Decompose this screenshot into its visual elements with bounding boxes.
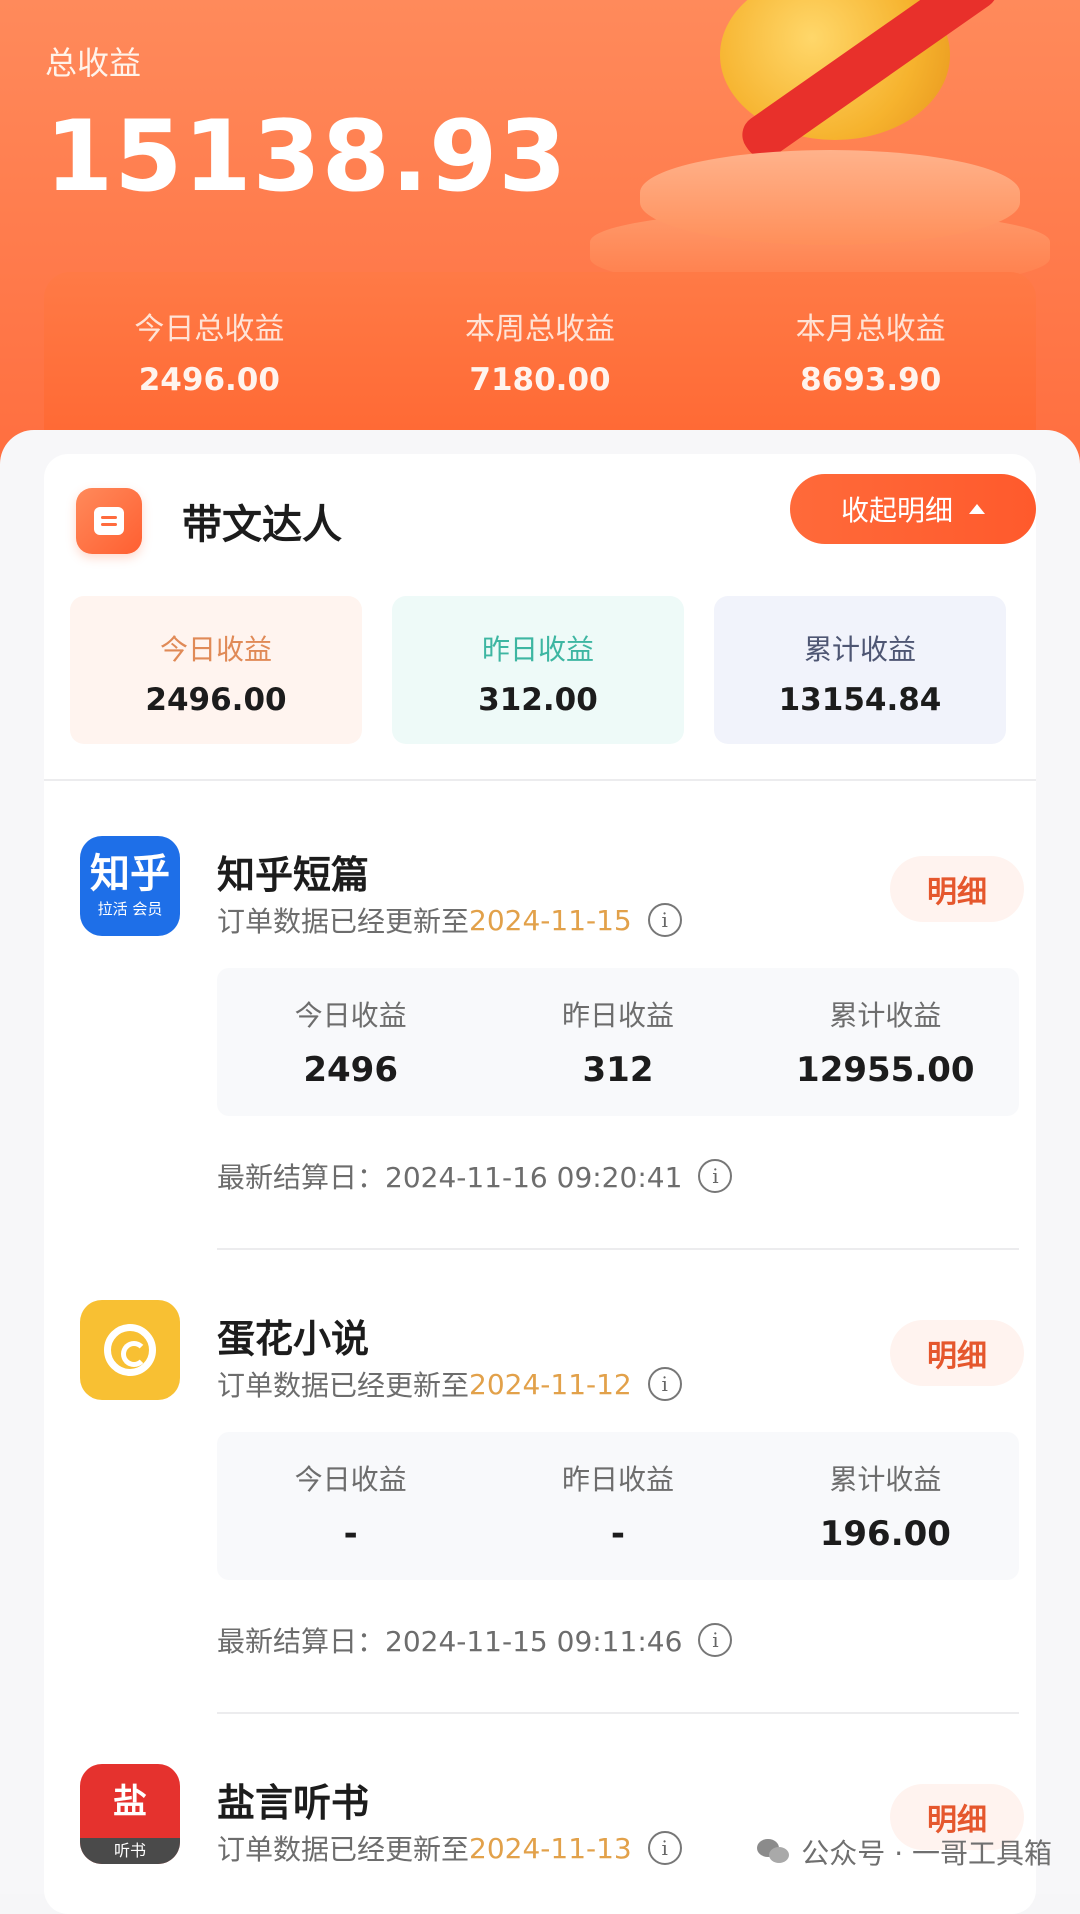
update-date: 2024-11-12 (469, 1367, 632, 1401)
info-icon[interactable]: i (647, 1831, 682, 1865)
pedestal-top-illustration (640, 150, 1020, 245)
info-icon[interactable]: i (698, 1159, 733, 1193)
total-earnings-label: 总收益 (45, 44, 142, 82)
stat-value: - (610, 1514, 626, 1554)
stat-value: 2496 (303, 1050, 398, 1090)
stat-value: 312 (582, 1050, 654, 1090)
summary-value: 7180.00 (469, 362, 611, 398)
platform-name: 知乎短篇 (217, 853, 370, 897)
stat-today: 今日收益 2496.00 (70, 596, 362, 744)
watermark: 公众号 · 一哥工具箱 (757, 1832, 1052, 1872)
caret-up-icon (969, 504, 985, 514)
stat-label: 累计收益 (829, 1463, 942, 1496)
section-panel: 带文达人 收起明细 今日收益 2496.00 昨日收益 312.00 累计收益 … (44, 454, 1036, 1914)
update-date: 2024-11-13 (469, 1831, 632, 1865)
stat-label: 昨日收益 (561, 999, 674, 1032)
divider (44, 779, 1036, 781)
zhihu-logo-icon: 知乎 拉活 会员 (80, 836, 180, 936)
divider (217, 1712, 1019, 1714)
section-header: 带文达人 (76, 488, 342, 554)
stat-label: 今日收益 (294, 1463, 407, 1496)
stat-label: 今日收益 (159, 633, 272, 666)
summary-label: 本月总收益 (795, 312, 946, 347)
stat-value: 12955.00 (796, 1050, 975, 1090)
content-card: 带文达人 收起明细 今日收益 2496.00 昨日收益 312.00 累计收益 … (0, 430, 1080, 1914)
document-icon (76, 488, 142, 554)
summary-label: 今日总收益 (134, 312, 285, 347)
platform-name: 蛋花小说 (217, 1317, 370, 1361)
update-date: 2024-11-15 (469, 903, 632, 937)
settlement-date: 最新结算日：2024-11-16 09:20:41 i (217, 1156, 733, 1196)
stat-label: 昨日收益 (561, 1463, 674, 1496)
summary-label: 本周总收益 (465, 312, 615, 347)
earnings-header: 总收益 15138.93 今日总收益 2496.00 本周总收益 7180.00… (0, 0, 1080, 470)
stat-yesterday: 昨日收益 312.00 (392, 596, 684, 744)
stat-label: 今日收益 (294, 999, 407, 1032)
summary-today: 今日总收益 2496.00 (44, 272, 375, 430)
stat-value: 13154.84 (778, 682, 942, 718)
detail-button[interactable]: 明细 (890, 856, 1024, 922)
stat-label: 累计收益 (803, 633, 916, 666)
platform-name: 盐言听书 (217, 1781, 370, 1825)
summary-month: 本月总收益 8693.90 (705, 272, 1036, 430)
summary-week: 本周总收益 7180.00 (375, 272, 706, 430)
platform-stats: 今日收益 - 昨日收益 - 累计收益 196.00 (217, 1432, 1019, 1580)
stat-value: 2496.00 (145, 682, 287, 718)
info-icon[interactable]: i (647, 1367, 682, 1401)
total-earnings-value: 15138.93 (45, 100, 568, 214)
platform-item-danhua: 蛋花小说 订单数据已经更新至 2024-11-12 i 明细 今日收益 - 昨日收益… (44, 1300, 1036, 1760)
stat-value: - (343, 1514, 358, 1554)
platform-stats: 今日收益 2496 昨日收益 312 累计收益 12955.00 (217, 968, 1019, 1116)
update-status: 订单数据已经更新至 2024-11-15 i (217, 900, 682, 940)
platform-item-zhihu: 知乎 拉活 会员 知乎短篇 订单数据已经更新至 2024-11-15 i 明细 今… (44, 836, 1036, 1296)
summary-value: 2496.00 (138, 362, 280, 398)
stat-total: 累计收益 13154.84 (714, 596, 1006, 744)
stat-label: 累计收益 (829, 999, 942, 1032)
stat-value: 196.00 (819, 1514, 951, 1554)
collapse-details-button[interactable]: 收起明细 (790, 474, 1036, 544)
watermark-text: 公众号 · 一哥工具箱 (801, 1837, 1052, 1870)
stat-label: 昨日收益 (481, 633, 594, 666)
settlement-date: 最新结算日：2024-11-15 09:11:46 i (217, 1620, 733, 1660)
update-status: 订单数据已经更新至 2024-11-13 i (217, 1828, 682, 1868)
section-stats: 今日收益 2496.00 昨日收益 312.00 累计收益 13154.84 (70, 596, 1006, 744)
summary-value: 8693.90 (800, 362, 942, 398)
section-title: 带文达人 (182, 502, 342, 548)
stat-value: 312.00 (478, 682, 598, 718)
info-icon[interactable]: i (647, 903, 682, 937)
danhua-logo-icon (80, 1300, 180, 1400)
info-icon[interactable]: i (698, 1623, 733, 1657)
divider (217, 1248, 1019, 1250)
update-status: 订单数据已经更新至 2024-11-12 i (217, 1364, 682, 1404)
collapse-label: 收起明细 (840, 494, 953, 527)
earnings-summary: 今日总收益 2496.00 本周总收益 7180.00 本月总收益 8693.9… (44, 272, 1036, 430)
yanyan-logo-icon: 盐 听书 (80, 1764, 180, 1864)
wechat-icon (757, 1839, 791, 1865)
detail-button[interactable]: 明细 (890, 1320, 1024, 1386)
